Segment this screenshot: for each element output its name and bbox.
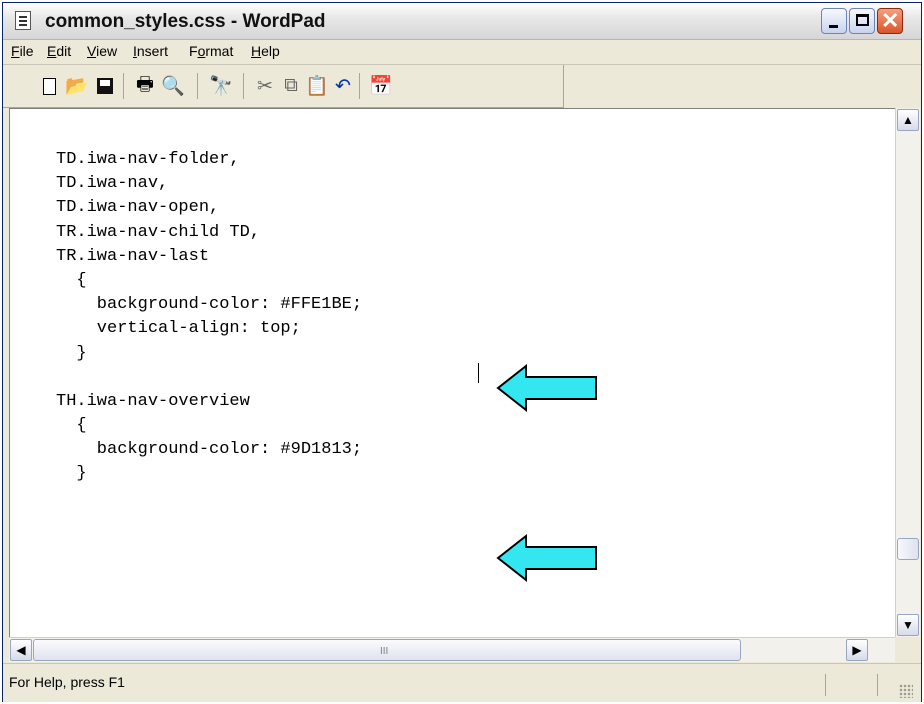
vertical-scroll-thumb[interactable] bbox=[897, 538, 919, 560]
code-line: TD.iwa-nav-open, bbox=[56, 198, 220, 218]
code-line: background-color: #9D1813; bbox=[56, 440, 363, 460]
chevron-left-icon: ◀ bbox=[16, 643, 26, 657]
status-pane bbox=[825, 674, 876, 696]
menu-edit[interactable]: Edit bbox=[47, 43, 71, 59]
menu-format[interactable]: Format bbox=[189, 43, 233, 59]
document-editor[interactable]: TD.iwa-nav-folder, TD.iwa-nav, TD.iwa-nav-… bbox=[9, 108, 895, 637]
text-caret bbox=[478, 363, 479, 383]
chevron-right-icon: ▶ bbox=[852, 643, 862, 657]
chevron-down-icon: ▼ bbox=[902, 618, 914, 632]
code-line: TR.iwa-nav-child TD, bbox=[56, 222, 261, 242]
menu-insert[interactable]: Insert bbox=[133, 43, 168, 59]
cut-button[interactable]: ✂ bbox=[253, 74, 277, 98]
menu-file[interactable]: File bbox=[11, 43, 34, 59]
calendar-clock-icon: 📅 bbox=[369, 76, 393, 97]
scroll-grip-icon: III bbox=[380, 646, 389, 657]
code-line: } bbox=[56, 464, 87, 484]
new-document-icon bbox=[42, 77, 56, 95]
menu-help[interactable]: Help bbox=[251, 43, 280, 59]
document-text: TD.iwa-nav-folder, TD.iwa-nav, TD.iwa-nav-… bbox=[56, 148, 362, 487]
toolbar-separator bbox=[243, 73, 244, 99]
resize-grip-icon[interactable] bbox=[899, 684, 913, 698]
menu-bar: File Edit View Insert Format Help bbox=[3, 40, 921, 65]
save-button[interactable] bbox=[93, 74, 117, 98]
left-arrow-callout-icon bbox=[496, 533, 597, 583]
code-line: TD.iwa-nav-folder, bbox=[56, 150, 240, 169]
printer-icon: 🖶 bbox=[136, 74, 154, 95]
code-line: TH.iwa-nav-overview bbox=[56, 391, 250, 411]
window-title: common_styles.css - WordPad bbox=[45, 11, 326, 32]
print-preview-icon: 🔍 bbox=[161, 76, 185, 97]
status-bar: For Help, press F1 bbox=[3, 663, 921, 702]
copy-icon: ⧉ bbox=[284, 75, 298, 96]
code-line: background-color: #FFE1BE; bbox=[56, 295, 363, 315]
toolbar: 📂 🖶 🔍 🔭 ✂ ⧉ 📋 ↶ 📅 bbox=[3, 65, 564, 108]
date-time-button[interactable]: 📅 bbox=[369, 74, 393, 98]
toolbar-separator bbox=[197, 73, 198, 99]
vertical-scrollbar[interactable]: ▲ ▼ bbox=[895, 108, 920, 637]
minimize-button[interactable] bbox=[821, 8, 847, 34]
open-button[interactable]: 📂 bbox=[65, 74, 89, 98]
scrollbar-corner bbox=[895, 637, 919, 661]
maximize-button[interactable] bbox=[849, 8, 875, 34]
open-folder-icon: 📂 bbox=[65, 76, 89, 97]
undo-arrow-icon: ↶ bbox=[335, 75, 351, 97]
chevron-up-icon: ▲ bbox=[902, 113, 914, 127]
code-line: TD.iwa-nav, bbox=[56, 174, 169, 194]
code-line: vertical-align: top; bbox=[56, 319, 301, 339]
toolbar-separator bbox=[359, 73, 360, 99]
close-icon: ✕ bbox=[881, 8, 900, 33]
wordpad-window: common_styles.css - WordPad ✕ File Edit … bbox=[2, 2, 922, 702]
print-preview-button[interactable]: 🔍 bbox=[161, 74, 185, 98]
undo-button[interactable]: ↶ bbox=[331, 74, 355, 98]
code-line: } bbox=[56, 343, 87, 363]
notepad-document-icon[interactable] bbox=[15, 11, 31, 30]
horizontal-scroll-thumb[interactable]: III bbox=[33, 639, 741, 661]
code-line: { bbox=[56, 416, 87, 436]
scroll-left-button[interactable]: ◀ bbox=[10, 639, 32, 661]
scroll-down-button[interactable]: ▼ bbox=[897, 614, 919, 636]
maximize-icon bbox=[856, 14, 869, 26]
clipboard-paste-icon: 📋 bbox=[305, 76, 329, 97]
floppy-disk-icon bbox=[97, 78, 113, 94]
copy-button[interactable]: ⧉ bbox=[279, 74, 303, 98]
new-document-button[interactable] bbox=[37, 74, 61, 98]
menu-view[interactable]: View bbox=[87, 43, 117, 59]
find-button[interactable]: 🔭 bbox=[209, 74, 233, 98]
paste-button[interactable]: 📋 bbox=[305, 74, 329, 98]
title-bar[interactable]: common_styles.css - WordPad ✕ bbox=[3, 3, 921, 40]
binoculars-icon: 🔭 bbox=[209, 76, 233, 97]
status-text: For Help, press F1 bbox=[9, 674, 125, 690]
horizontal-scrollbar[interactable]: ◀ III ▶ bbox=[9, 637, 895, 662]
scroll-right-button[interactable]: ▶ bbox=[846, 639, 868, 661]
minimize-icon bbox=[829, 25, 838, 28]
toolbar-separator bbox=[123, 73, 124, 99]
code-line: { bbox=[56, 270, 87, 290]
scissors-icon: ✂ bbox=[257, 75, 273, 97]
left-arrow-callout-icon bbox=[496, 363, 597, 413]
print-button[interactable]: 🖶 bbox=[133, 74, 157, 98]
close-button[interactable]: ✕ bbox=[877, 8, 903, 34]
code-line: TR.iwa-nav-last bbox=[56, 246, 210, 266]
scroll-up-button[interactable]: ▲ bbox=[897, 109, 919, 131]
